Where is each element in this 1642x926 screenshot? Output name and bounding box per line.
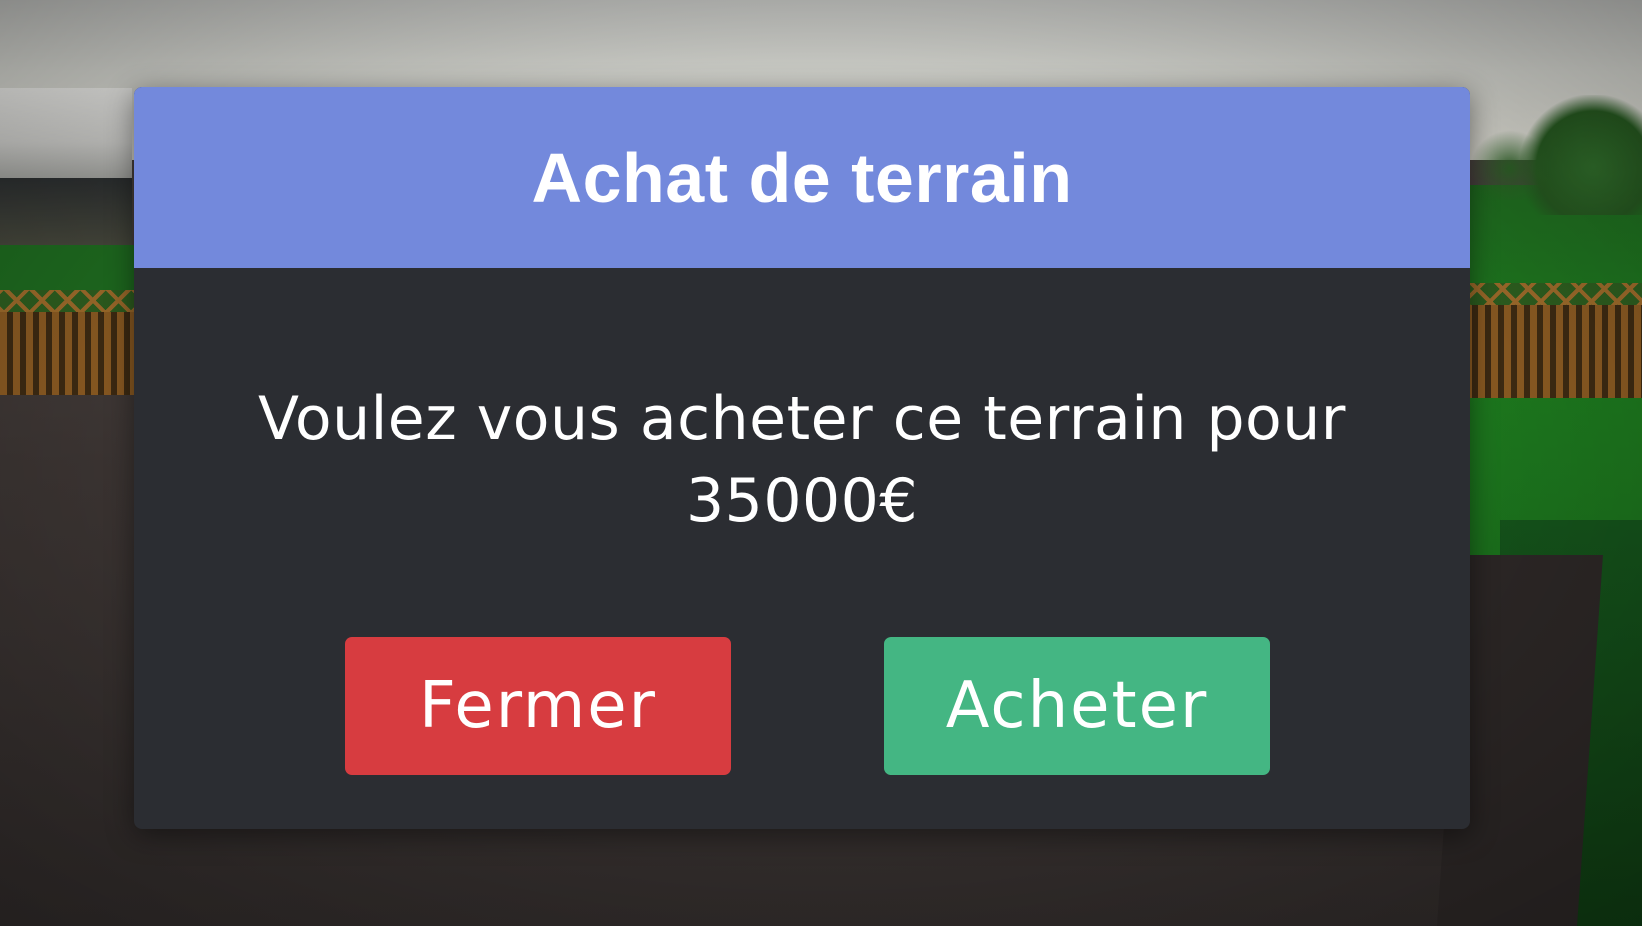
dialog-header: Achat de terrain xyxy=(134,87,1470,268)
dialog-body: Voulez vous acheter ce terrain pour 3500… xyxy=(134,268,1470,829)
land-purchase-dialog: Achat de terrain Voulez vous acheter ce … xyxy=(134,87,1470,829)
dialog-message: Voulez vous acheter ce terrain pour 3500… xyxy=(258,384,1346,536)
dialog-title: Achat de terrain xyxy=(531,138,1073,217)
buy-button[interactable]: Acheter xyxy=(884,637,1270,775)
close-button[interactable]: Fermer xyxy=(345,637,731,775)
